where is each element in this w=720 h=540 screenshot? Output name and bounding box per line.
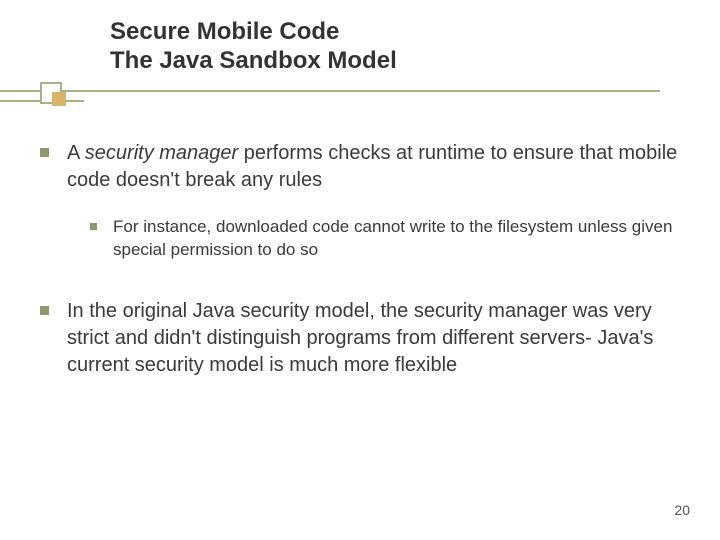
bullet-text: A security manager performs checks at ru… — [67, 140, 680, 194]
bullet-1-emph: security manager — [85, 142, 238, 164]
bullet-level1: A security manager performs checks at ru… — [40, 140, 680, 194]
bullet-level2: For instance, downloaded code cannot wri… — [90, 216, 680, 262]
decor-line-long — [0, 90, 660, 92]
bullet-icon — [90, 223, 97, 230]
bullet-level1: In the original Java security model, the… — [40, 298, 680, 379]
bullet-icon — [40, 306, 49, 315]
bullet-text: In the original Java security model, the… — [67, 298, 680, 379]
slide-body: A security manager performs checks at ru… — [40, 140, 680, 401]
bullet-1-pre: A — [67, 142, 85, 164]
header-decoration — [0, 82, 720, 110]
bullet-text: For instance, downloaded code cannot wri… — [113, 216, 680, 262]
slide-title-block: Secure Mobile Code The Java Sandbox Mode… — [110, 18, 397, 76]
title-line-2: The Java Sandbox Model — [110, 47, 397, 76]
page-number: 20 — [674, 502, 690, 518]
bullet-icon — [40, 148, 49, 157]
title-line-1: Secure Mobile Code — [110, 18, 397, 47]
decor-square-fill — [52, 92, 66, 106]
